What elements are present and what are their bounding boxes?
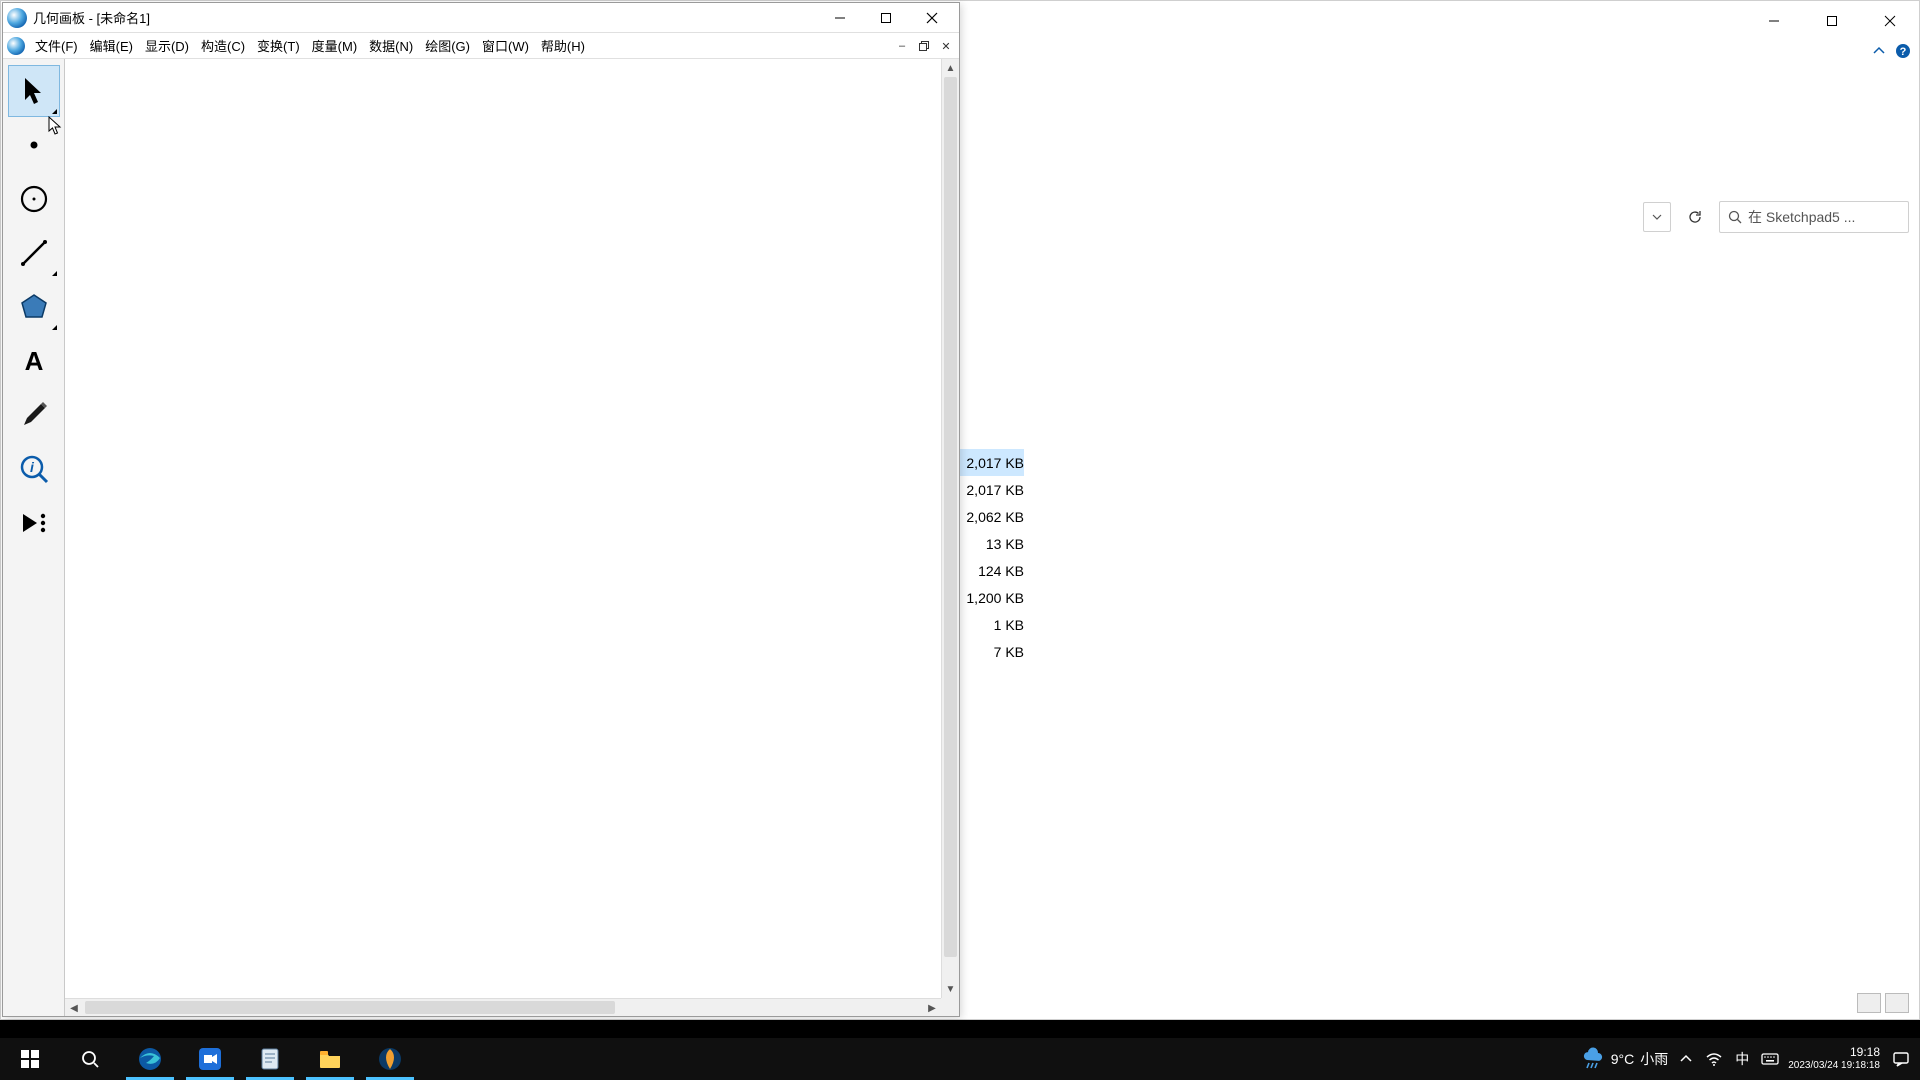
menu-construct[interactable]: 构造(C) — [195, 34, 251, 57]
scroll-up-arrow-icon[interactable]: ▲ — [942, 59, 959, 77]
flyout-indicator-icon — [52, 325, 57, 330]
search-icon — [1728, 210, 1742, 224]
sketchpad-titlebar[interactable]: 几何画板 - [未命名1] — [3, 3, 959, 33]
view-large-icons-button[interactable] — [1885, 993, 1909, 1013]
vertical-scroll-thumb[interactable] — [944, 77, 957, 957]
file-size-cell[interactable]: 2,017 KB — [959, 449, 1024, 476]
taskbar-left — [0, 1038, 420, 1080]
tray-wifi-icon[interactable] — [1704, 1049, 1724, 1069]
svg-text:A: A — [24, 346, 43, 376]
tool-straightedge[interactable] — [8, 227, 60, 279]
file-size-cell[interactable]: 2,062 KB — [959, 503, 1024, 530]
tool-compass[interactable] — [8, 173, 60, 225]
file-size-cell[interactable]: 7 KB — [959, 638, 1024, 665]
tool-custom-tools[interactable] — [8, 497, 60, 549]
tray-ime-indicator[interactable]: 中 — [1732, 1049, 1752, 1069]
explorer-file-size-column: 2,017 KB 2,017 KB 2,062 KB 13 KB 124 KB … — [959, 449, 1024, 665]
mdi-restore-button[interactable] — [915, 38, 933, 54]
tool-polygon[interactable] — [8, 281, 60, 333]
weather-temp: 9°C — [1611, 1051, 1635, 1067]
file-size-cell[interactable]: 13 KB — [959, 530, 1024, 557]
document-icon[interactable] — [7, 37, 25, 55]
action-center-button[interactable] — [1888, 1046, 1914, 1072]
menu-bar: 文件(F) 编辑(E) 显示(D) 构造(C) 变换(T) 度量(M) 数据(N… — [3, 33, 959, 59]
help-icon[interactable]: ? — [1895, 43, 1911, 59]
menu-edit[interactable]: 编辑(E) — [84, 34, 139, 57]
menu-transform[interactable]: 变换(T) — [251, 34, 306, 57]
tool-text[interactable]: A — [8, 335, 60, 387]
menu-display[interactable]: 显示(D) — [139, 34, 195, 57]
clock-date-full: 2023/03/24 19:18:18 — [1788, 1060, 1880, 1072]
taskbar-app-edge[interactable] — [120, 1038, 180, 1080]
flyout-indicator-icon — [52, 271, 57, 276]
explorer-maximize-button[interactable] — [1803, 1, 1861, 41]
close-button[interactable] — [909, 4, 955, 32]
menu-window[interactable]: 窗口(W) — [476, 34, 535, 57]
taskbar-app-notepad[interactable] — [240, 1038, 300, 1080]
sketchpad-window: 几何画板 - [未命名1] 文件(F) 编辑(E) 显示(D) 构造(C) 变换… — [2, 2, 960, 1017]
refresh-button[interactable] — [1679, 202, 1711, 232]
sketchpad-app-icon — [7, 8, 27, 28]
ribbon-collapse-icon[interactable] — [1873, 45, 1885, 57]
menu-number[interactable]: 数据(N) — [363, 34, 419, 57]
canvas-area[interactable]: ▲ ▼ ◀ ▶ — [65, 59, 959, 1016]
explorer-search-input[interactable]: 在 Sketchpad5 ... — [1719, 201, 1909, 233]
menu-graph[interactable]: 绘图(G) — [419, 34, 476, 57]
view-details-button[interactable] — [1857, 993, 1881, 1013]
file-size-cell[interactable]: 2,017 KB — [959, 476, 1024, 503]
menu-file[interactable]: 文件(F) — [29, 34, 84, 57]
clock-time: 19:18 — [1788, 1046, 1880, 1060]
taskbar: 9°C 小雨 中 19:18 2023/03/24 19:18:18 — [0, 1038, 1920, 1080]
taskbar-clock[interactable]: 19:18 2023/03/24 19:18:18 — [1788, 1046, 1880, 1071]
weather-rain-icon — [1581, 1047, 1605, 1071]
svg-text:i: i — [30, 459, 35, 475]
horizontal-scrollbar[interactable]: ◀ ▶ — [65, 998, 941, 1016]
desktop-edge — [0, 1020, 1920, 1038]
file-size-cell[interactable]: 1 KB — [959, 611, 1024, 638]
maximize-button[interactable] — [863, 4, 909, 32]
tray-chevron-up-icon[interactable] — [1676, 1049, 1696, 1069]
tool-selection-arrow[interactable] — [8, 65, 60, 117]
taskbar-app-explorer[interactable] — [300, 1038, 360, 1080]
vertical-scrollbar[interactable]: ▲ ▼ — [941, 59, 959, 998]
explorer-view-buttons — [1857, 993, 1909, 1013]
svg-text:?: ? — [1900, 46, 1907, 58]
search-placeholder: 在 Sketchpad5 ... — [1748, 207, 1855, 227]
menu-help[interactable]: 帮助(H) — [535, 34, 591, 57]
window-title: 几何画板 - [未命名1] — [33, 8, 817, 27]
mdi-close-button[interactable]: ✕ — [937, 38, 955, 54]
weather-text: 小雨 — [1640, 1049, 1668, 1069]
explorer-close-button[interactable] — [1861, 1, 1919, 41]
file-size-cell[interactable]: 1,200 KB — [959, 584, 1024, 611]
taskbar-app-meeting[interactable] — [180, 1038, 240, 1080]
tool-point[interactable] — [8, 119, 60, 171]
mdi-controls: – ✕ — [893, 33, 955, 59]
scroll-right-arrow-icon[interactable]: ▶ — [923, 999, 941, 1017]
flyout-indicator-icon — [52, 109, 57, 114]
taskbar-weather[interactable]: 9°C 小雨 — [1581, 1047, 1669, 1071]
taskbar-app-sketchpad[interactable] — [360, 1038, 420, 1080]
taskbar-right: 9°C 小雨 中 19:18 2023/03/24 19:18:18 — [1581, 1038, 1920, 1080]
address-history-dropdown[interactable] — [1643, 202, 1671, 232]
taskbar-search-button[interactable] — [60, 1038, 120, 1080]
start-button[interactable] — [0, 1038, 60, 1080]
file-size-cell[interactable]: 124 KB — [959, 557, 1024, 584]
scroll-left-arrow-icon[interactable]: ◀ — [65, 999, 83, 1017]
explorer-minimize-button[interactable] — [1745, 1, 1803, 41]
mdi-minimize-button[interactable]: – — [893, 38, 911, 54]
tray-ime-keyboard-icon[interactable] — [1760, 1049, 1780, 1069]
menu-measure[interactable]: 度量(M) — [306, 34, 364, 57]
minimize-button[interactable] — [817, 4, 863, 32]
tool-marker[interactable] — [8, 389, 60, 441]
sketchpad-body: A i ▲ ▼ ◀ ▶ — [3, 59, 959, 1016]
scroll-corner — [941, 998, 959, 1016]
explorer-address-toolbar: 在 Sketchpad5 ... — [1643, 199, 1909, 235]
scroll-down-arrow-icon[interactable]: ▼ — [942, 980, 959, 998]
horizontal-scroll-thumb[interactable] — [85, 1001, 615, 1014]
toolbox: A i — [3, 59, 65, 1016]
tool-information[interactable]: i — [8, 443, 60, 495]
